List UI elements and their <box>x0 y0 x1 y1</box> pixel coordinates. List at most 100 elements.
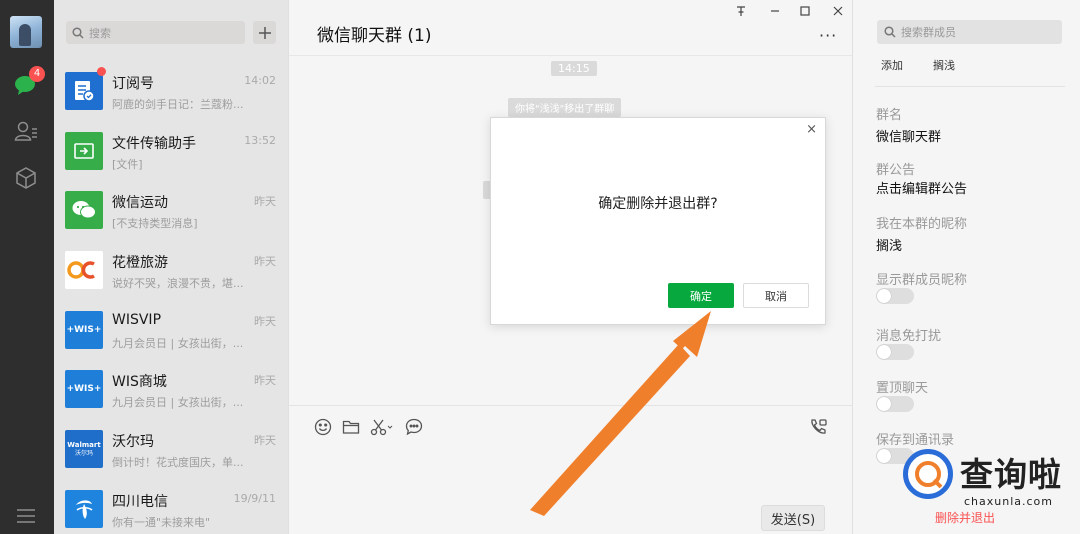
search-icon <box>884 26 896 38</box>
maximize-button[interactable] <box>797 3 813 19</box>
list-item[interactable]: 微信运动 [不支持类型消息] 昨天 <box>54 180 288 240</box>
chat-nav-button[interactable]: 4 <box>13 66 45 98</box>
start-chat-button[interactable] <box>253 21 276 44</box>
nav-rail: 4 <box>0 0 54 534</box>
list-item[interactable]: Walmart 沃尔玛 沃尔玛 倒计时！花式度国庆，单... 昨天 <box>54 419 288 479</box>
walmart-logo-icon: Walmart 沃尔玛 <box>65 430 103 469</box>
session-time: 昨天 <box>254 434 276 448</box>
my-nickname-label: 我在本群的昵称 <box>876 217 968 232</box>
session-preview: 你有一通"未接来电" <box>112 515 211 529</box>
mute-toggle[interactable] <box>876 344 914 360</box>
avatar[interactable] <box>10 16 42 48</box>
pin-icon <box>737 6 745 16</box>
my-nickname-value[interactable]: 搁浅 <box>876 235 902 254</box>
session-preview: [不支持类型消息] <box>112 217 198 231</box>
compose-divider <box>289 405 853 406</box>
cancel-button[interactable]: 取消 <box>743 283 809 308</box>
dialog-close-button[interactable]: × <box>806 122 817 137</box>
session-name: 沃尔玛 <box>112 434 154 451</box>
show-nickname-toggle[interactable] <box>876 288 914 304</box>
watermark-domain: chaxunla.com <box>964 495 1053 508</box>
menu-icon <box>17 509 35 523</box>
session-name: 订阅号 <box>112 76 154 92</box>
list-item[interactable]: 文件传输助手 [文件] 13:52 <box>54 121 288 181</box>
add-member-button[interactable]: 添加 <box>881 57 903 73</box>
huacheng-logo-icon <box>65 251 103 290</box>
dialog-message: 确定删除并退出群? <box>598 196 718 212</box>
list-item[interactable]: 订阅号 阿鹿的剑手日记：兰蔻粉... 14:02 <box>54 61 288 121</box>
watermark-brand: 查询啦 <box>960 455 1062 494</box>
minimize-button[interactable] <box>767 3 783 19</box>
collections-nav-button[interactable] <box>13 165 39 191</box>
panel-divider <box>875 86 1065 87</box>
pin-button[interactable] <box>733 3 749 19</box>
wis-logo-text: +WIS+ <box>66 384 102 395</box>
chat-history-button[interactable] <box>404 417 424 437</box>
wis-logo-text: +WIS+ <box>66 324 102 335</box>
group-name-value[interactable]: 微信聊天群 <box>876 126 941 145</box>
pin-chat-label: 置顶聊天 <box>876 381 929 396</box>
emoji-button[interactable] <box>313 417 333 437</box>
message-time: 14:15 <box>551 61 597 76</box>
list-item[interactable]: 四川电信 你有一通"未接来电" 19/9/11 <box>54 479 288 534</box>
collections-icon <box>16 167 36 189</box>
menu-button[interactable] <box>13 503 39 529</box>
emoji-icon <box>314 418 332 436</box>
session-name: 四川电信 <box>112 493 168 510</box>
close-icon <box>833 6 843 16</box>
group-name-label: 群名 <box>876 108 903 123</box>
more-options-button[interactable]: ··· <box>819 26 837 45</box>
member-name[interactable]: 搁浅 <box>933 57 955 73</box>
walmart-logo-text: Walmart <box>67 440 101 449</box>
session-search-input[interactable]: 搜索 <box>66 21 245 44</box>
close-window-button[interactable] <box>830 3 846 19</box>
session-time: 昨天 <box>254 195 276 209</box>
group-notice-label: 群公告 <box>876 163 916 178</box>
search-placeholder: 搜索 <box>89 26 111 40</box>
walmart-logo-cn: 沃尔玛 <box>74 449 93 457</box>
confirm-button[interactable]: 确定 <box>668 283 734 308</box>
plus-icon <box>258 26 271 39</box>
watermark: 查询啦 chaxunla.com <box>898 442 1070 512</box>
wis-logo-icon: +WIS+ <box>65 310 103 349</box>
session-name: WIS商城 <box>112 374 167 391</box>
session-list: 订阅号 阿鹿的剑手日记：兰蔻粉... 14:02 文件传输助手 [文件] 13:… <box>54 61 288 534</box>
session-preview: 倒计时！花式度国庆，单... <box>112 456 244 470</box>
call-button[interactable] <box>808 417 828 437</box>
group-notice-value[interactable]: 点击编辑群公告 <box>876 178 967 197</box>
send-file-button[interactable] <box>341 417 361 437</box>
contacts-nav-button[interactable] <box>13 118 39 144</box>
session-name: 微信运动 <box>112 195 168 212</box>
pin-chat-toggle[interactable] <box>876 396 914 412</box>
list-item[interactable]: +WIS+ WISVIP 九月会员日 | 女孩出街，... 昨天 <box>54 300 288 360</box>
file-transfer-icon <box>65 131 103 170</box>
mute-label: 消息免打扰 <box>876 329 942 344</box>
send-button[interactable]: 发送(S) <box>761 505 825 531</box>
contacts-icon <box>14 121 37 141</box>
list-item[interactable]: +WIS+ WIS商城 九月会员日 | 女孩出街，... 昨天 <box>54 359 288 419</box>
session-time: 13:52 <box>244 133 276 147</box>
telecom-logo-icon <box>65 489 103 528</box>
member-search-input[interactable]: 搜索群成员 <box>877 20 1062 44</box>
maximize-icon <box>800 6 810 16</box>
session-time: 19/9/11 <box>233 491 276 505</box>
session-name: 花橙旅游 <box>112 255 168 272</box>
session-preview: 九月会员日 | 女孩出街，... <box>112 336 244 350</box>
header-divider <box>289 55 853 56</box>
wis-logo-icon: +WIS+ <box>65 370 103 409</box>
member-search-placeholder: 搜索群成员 <box>901 26 956 39</box>
subscription-icon <box>65 72 103 110</box>
show-nickname-label: 显示群成员昵称 <box>876 273 968 288</box>
confirm-dialog: × 确定删除并退出群? 确定 取消 <box>490 117 826 325</box>
watermark-logo-icon <box>903 449 953 499</box>
session-time: 14:02 <box>244 74 276 87</box>
session-preview: 九月会员日 | 女孩出街，... <box>112 396 244 410</box>
screenshot-button[interactable] <box>369 417 395 437</box>
chat-title: 微信聊天群 (1) <box>317 26 432 46</box>
session-list-panel: 搜索 订阅号 阿鹿的剑手日记：兰蔻粉... 14:02 文件传输助手 [文件] … <box>54 0 288 534</box>
folder-icon <box>342 420 360 434</box>
session-name: 文件传输助手 <box>112 135 196 152</box>
search-icon <box>72 26 84 39</box>
minimize-icon <box>771 10 779 12</box>
list-item[interactable]: 花橙旅游 说好不哭，浪漫不贵，堪... 昨天 <box>54 240 288 300</box>
